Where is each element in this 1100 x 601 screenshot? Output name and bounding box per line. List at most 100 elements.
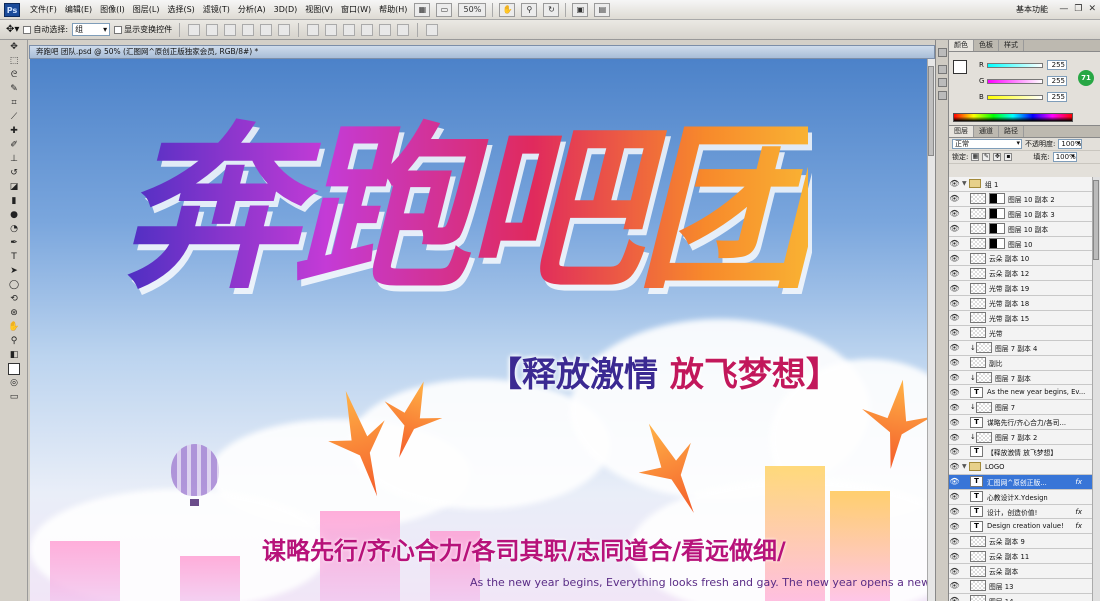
tab-swatches[interactable]: 色板	[974, 40, 999, 51]
expand-triangle-icon[interactable]: ▼	[962, 463, 969, 470]
move-tool-icon[interactable]: ✥	[5, 41, 23, 54]
document-canvas[interactable]: 奔跑吧团 【释放激情 放飞梦想】 谋略先行/齐心合力/各司其职/志同道合/看远做…	[30, 59, 927, 601]
screen-mode-icon[interactable]: ▣	[572, 2, 589, 17]
eye-icon[interactable]: 👁	[949, 477, 960, 486]
layer-row[interactable]: 👁 ↓ 图层 7 副本 4	[949, 340, 1092, 356]
pen-tool-icon[interactable]: ✒	[5, 237, 23, 250]
eye-icon[interactable]: 👁	[949, 328, 960, 337]
layer-row[interactable]: 👁 T 谋略先行/齐心合力/各司...	[949, 415, 1092, 431]
menu-3d[interactable]: 3D(D)	[270, 0, 302, 20]
zoom-level[interactable]: 50%	[458, 2, 487, 17]
paragraph-panel-icon[interactable]	[938, 91, 947, 100]
eye-icon[interactable]: 👁	[949, 269, 960, 278]
hand-tool-icon[interactable]: ✋	[5, 321, 23, 334]
eye-icon[interactable]: 👁	[949, 239, 960, 248]
lasso-tool-icon[interactable]: ᘓ	[5, 69, 23, 82]
dodge-tool-icon[interactable]: ◔	[5, 223, 23, 236]
tab-channels[interactable]: 通道	[974, 126, 999, 137]
opacity-input[interactable]: 100%	[1058, 139, 1083, 149]
blend-mode-dropdown[interactable]: 正常	[952, 139, 1022, 149]
rotate-view-icon[interactable]: ↻	[543, 2, 560, 17]
eraser-tool-icon[interactable]: ◪	[5, 181, 23, 194]
scrollbar-thumb[interactable]	[928, 66, 934, 156]
workspace-switcher[interactable]: 基本功能	[1016, 4, 1048, 15]
blue-slider[interactable]: B 255	[979, 92, 1067, 102]
quick-mask-icon[interactable]: ◎	[5, 377, 23, 390]
menu-help[interactable]: 帮助(H)	[375, 0, 411, 20]
crop-tool-icon[interactable]: ⌗	[5, 97, 23, 110]
eye-icon[interactable]: 👁	[949, 209, 960, 218]
distribute-hcenter-icon[interactable]	[379, 23, 392, 36]
eye-icon[interactable]: 👁	[949, 462, 960, 471]
menu-select[interactable]: 选择(S)	[163, 0, 198, 20]
layer-row[interactable]: 👁 图层 10 副本 3	[949, 206, 1092, 222]
layer-effects-badge[interactable]: fx	[1075, 522, 1082, 530]
blur-tool-icon[interactable]: ●	[5, 209, 23, 222]
eye-icon[interactable]: 👁	[949, 254, 960, 263]
align-left-icon[interactable]	[242, 23, 255, 36]
align-right-icon[interactable]	[278, 23, 291, 36]
layer-row[interactable]: 👁 云朵 副本	[949, 564, 1092, 580]
foreground-color-swatch[interactable]	[5, 363, 23, 376]
history-panel-icon[interactable]	[938, 48, 947, 57]
layer-mask-thumbnail[interactable]	[989, 193, 1005, 205]
green-value[interactable]: 255	[1047, 76, 1067, 86]
red-track[interactable]	[987, 62, 1043, 68]
eye-icon[interactable]: 👁	[949, 388, 960, 397]
eye-icon[interactable]: 👁	[949, 581, 960, 590]
eye-icon[interactable]: 👁	[949, 299, 960, 308]
quick-select-tool-icon[interactable]: ✎	[5, 83, 23, 96]
layer-row[interactable]: 👁 ↓ 图层 7	[949, 400, 1092, 416]
eye-icon[interactable]: 👁	[949, 179, 960, 188]
layer-effects-badge[interactable]: fx	[1075, 508, 1082, 516]
eye-icon[interactable]: 👁	[949, 522, 960, 531]
eye-icon[interactable]: 👁	[949, 403, 960, 412]
menu-edit[interactable]: 编辑(E)	[61, 0, 96, 20]
layer-row[interactable]: 👁 云朵 副本 10	[949, 251, 1092, 267]
menu-file[interactable]: 文件(F)	[26, 0, 61, 20]
layer-row[interactable]: 👁 云朵 副本 9	[949, 534, 1092, 550]
layer-row[interactable]: 👁 ↓ 图层 7 副本	[949, 370, 1092, 386]
eye-icon[interactable]: 👁	[949, 567, 960, 576]
eye-icon[interactable]: 👁	[949, 507, 960, 516]
layer-row[interactable]: 👁 T 汇图网^原创正版... fx	[949, 474, 1092, 490]
stamp-tool-icon[interactable]: ⊥	[5, 153, 23, 166]
layer-row[interactable]: 👁 图层 10 副本	[949, 221, 1092, 237]
distribute-right-icon[interactable]	[397, 23, 410, 36]
menu-window[interactable]: 窗口(W)	[337, 0, 375, 20]
document-tab[interactable]: 奔跑吧 团队.psd @ 50% (汇图网^原创正版独家会员, RGB/8#) …	[29, 45, 935, 59]
layer-row[interactable]: 👁 ↓ 图层 7 副本 2	[949, 430, 1092, 446]
layer-row[interactable]: 👁 云朵 副本 12	[949, 266, 1092, 282]
eye-icon[interactable]: 👁	[949, 313, 960, 322]
red-slider[interactable]: R 255	[979, 60, 1067, 70]
auto-select-checkbox[interactable]: 自动选择:	[23, 24, 68, 35]
checkbox-box[interactable]	[114, 25, 123, 34]
checkbox-box[interactable]	[23, 25, 32, 34]
healing-tool-icon[interactable]: ✚	[5, 125, 23, 138]
eyedropper-tool-icon[interactable]: ⟋	[5, 111, 23, 124]
bridge-icon[interactable]: ▦	[414, 2, 431, 17]
layer-row[interactable]: 👁 光带 副本 19	[949, 281, 1092, 297]
foreground-color-swatch[interactable]	[953, 60, 967, 74]
align-hcenter-icon[interactable]	[260, 23, 273, 36]
menu-view[interactable]: 视图(V)	[301, 0, 337, 20]
path-select-tool-icon[interactable]: ➤	[5, 265, 23, 278]
hand-icon[interactable]: ✋	[499, 2, 516, 17]
eye-icon[interactable]: 👁	[949, 373, 960, 382]
eye-icon[interactable]: 👁	[949, 552, 960, 561]
fill-input[interactable]: 100%	[1052, 152, 1077, 162]
expand-triangle-icon[interactable]: ▼	[962, 180, 969, 187]
eye-icon[interactable]: 👁	[949, 343, 960, 352]
eye-icon[interactable]: 👁	[949, 194, 960, 203]
tab-layers[interactable]: 图层	[949, 126, 974, 137]
layer-row[interactable]: 👁 光带 副本 18	[949, 296, 1092, 312]
shape-tool-icon[interactable]: ◯	[5, 279, 23, 292]
move-tool-icon[interactable]: ✥▾	[6, 24, 19, 35]
color-spectrum-ramp[interactable]	[953, 113, 1073, 122]
tab-paths[interactable]: 路径	[999, 126, 1024, 137]
layer-mask-thumbnail[interactable]	[989, 208, 1005, 220]
marquee-tool-icon[interactable]: ⬚	[5, 55, 23, 68]
layer-row[interactable]: 👁 T Design creation value! fx	[949, 519, 1092, 535]
layer-row[interactable]: 👁 图层 10 副本 2	[949, 191, 1092, 207]
menu-layer[interactable]: 图层(L)	[129, 0, 164, 20]
